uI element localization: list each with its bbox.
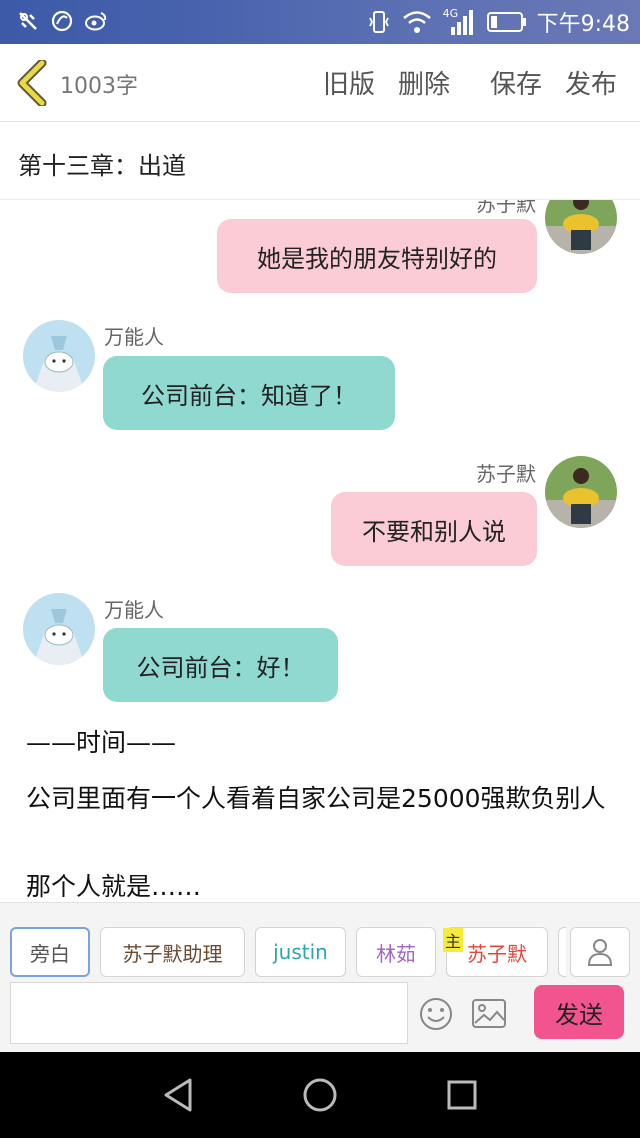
avatar-robot[interactable] <box>23 593 95 665</box>
avatar-robot[interactable] <box>23 320 95 392</box>
person-icon <box>587 939 613 966</box>
narration-line[interactable]: 公司里面有一个人看着自家公司是25000强欺负别人 <box>26 782 616 816</box>
message-bubble[interactable]: 不要和别人说 <box>331 492 537 566</box>
publish-button[interactable]: 发布 <box>565 64 617 101</box>
status-bar: 4G 下午9:48 <box>0 0 640 44</box>
old-version-button[interactable]: 旧版 <box>323 64 375 101</box>
role-assistant[interactable]: 苏子默助理 <box>100 927 245 977</box>
robot-avatar-icon <box>23 593 95 665</box>
character-manage-button[interactable] <box>570 927 630 977</box>
narration-line[interactable]: 那个人就是…… <box>26 870 201 902</box>
triangle-back-icon <box>164 1078 192 1112</box>
narration-line[interactable]: ——时间—— <box>26 726 176 760</box>
chapter-title-bar[interactable]: 第十三章：出道 <box>0 122 640 200</box>
save-button[interactable]: 保存 <box>490 64 542 101</box>
weibo-icon <box>85 12 107 31</box>
wifi-icon <box>402 11 431 33</box>
square-recent-icon <box>447 1080 477 1110</box>
girl-avatar-icon <box>545 200 617 254</box>
system-nav-bar <box>0 1052 640 1138</box>
chapter-title: 第十三章：出道 <box>18 152 186 180</box>
robot-avatar-icon <box>23 320 95 392</box>
nav-home-button[interactable] <box>302 1077 338 1113</box>
signal-icon: 4G <box>443 7 477 37</box>
message-input[interactable] <box>10 982 408 1044</box>
chat-area[interactable]: 苏子默 她是我的朋友特别好的 万能人 公司前台：知道了！ 苏子默 不要和别人说 … <box>0 200 640 902</box>
avatar-girl[interactable] <box>545 200 617 254</box>
sender-name: 万能人 <box>104 598 164 622</box>
emoji-button[interactable] <box>418 996 454 1032</box>
nav-recent-button[interactable] <box>446 1079 478 1111</box>
word-count: 1003字 <box>60 74 138 99</box>
message-bubble[interactable]: 公司前台：好！ <box>103 628 338 702</box>
role-linru[interactable]: 林茹 <box>356 927 436 977</box>
host-badge: 主 <box>443 928 463 952</box>
send-button[interactable]: 发送 <box>534 985 624 1039</box>
nav-back-button[interactable] <box>160 1076 196 1114</box>
circle-home-icon <box>303 1078 337 1112</box>
link-icon <box>19 12 37 30</box>
browser-icon <box>51 10 73 32</box>
avatar-girl[interactable] <box>545 456 617 528</box>
editor-header: 1003字 旧版 删除 保存 发布 <box>0 44 640 122</box>
back-button[interactable] <box>14 58 54 108</box>
smiley-icon <box>420 998 452 1030</box>
chevron-left-icon <box>17 58 47 108</box>
role-overflow[interactable] <box>558 927 566 977</box>
image-button[interactable] <box>471 997 507 1031</box>
girl-avatar-icon <box>545 456 617 528</box>
message-bubble[interactable]: 她是我的朋友特别好的 <box>217 219 537 293</box>
image-icon <box>472 999 506 1028</box>
battery-icon <box>486 12 526 32</box>
role-narrator[interactable]: 旁白 <box>10 927 90 977</box>
vibrate-icon <box>368 11 389 33</box>
delete-button[interactable]: 删除 <box>398 64 450 101</box>
sender-name: 苏子默 <box>476 462 536 486</box>
role-justin[interactable]: justin <box>255 927 346 977</box>
status-time: 下午9:48 <box>536 12 630 37</box>
sender-name: 苏子默 <box>476 200 536 216</box>
message-bubble[interactable]: 公司前台：知道了！ <box>103 356 395 430</box>
sender-name: 万能人 <box>104 325 164 349</box>
